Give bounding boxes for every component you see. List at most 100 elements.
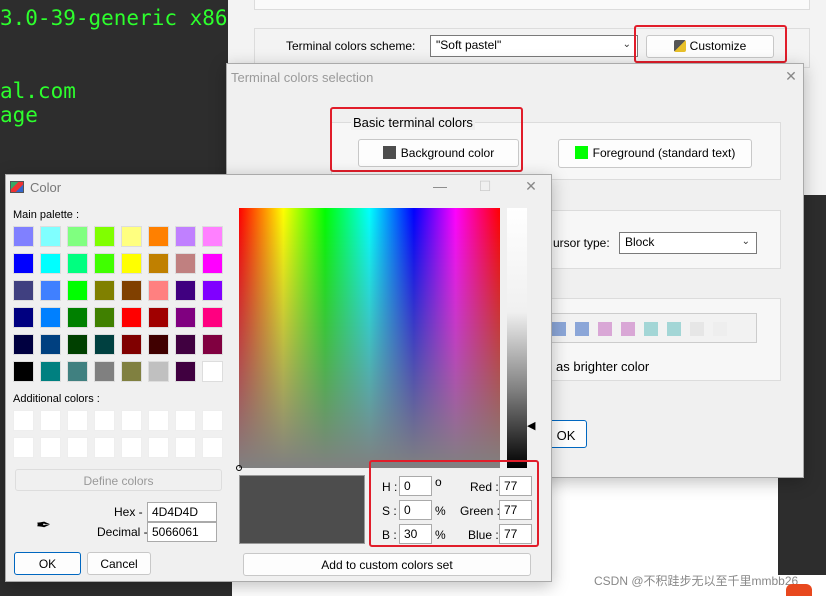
red-label: Red :	[470, 480, 499, 494]
customize-button[interactable]: Customize	[646, 35, 774, 58]
hue-unit: o	[435, 475, 442, 489]
close-icon[interactable]: ✕	[781, 68, 801, 85]
custom-color-slot[interactable]	[121, 437, 142, 458]
palette-swatch[interactable]	[67, 361, 88, 382]
palette-swatch[interactable]	[13, 307, 34, 328]
brightness-label: B :	[382, 528, 397, 542]
background-color-button[interactable]: Background color	[358, 139, 519, 167]
palette-swatch[interactable]	[94, 280, 115, 301]
palette-swatch[interactable]	[94, 334, 115, 355]
luminance-slider[interactable]	[507, 208, 527, 468]
palette-swatch[interactable]	[121, 334, 142, 355]
palette-preview-swatch[interactable]	[621, 322, 635, 336]
close-icon[interactable]: ✕	[521, 178, 541, 195]
eyedropper-icon[interactable]: ✒	[36, 515, 51, 536]
palette-swatch[interactable]	[67, 307, 88, 328]
palette-swatch[interactable]	[94, 226, 115, 247]
palette-swatch[interactable]	[175, 334, 196, 355]
palette-swatch[interactable]	[148, 280, 169, 301]
palette-swatch[interactable]	[175, 253, 196, 274]
background-color-swatch	[382, 146, 396, 159]
blue-input[interactable]: 77	[499, 524, 532, 544]
custom-color-slot[interactable]	[67, 437, 88, 458]
palette-swatch[interactable]	[94, 361, 115, 382]
palette-swatch[interactable]	[148, 334, 169, 355]
palette-swatch[interactable]	[40, 226, 61, 247]
palette-swatch[interactable]	[121, 253, 142, 274]
palette-swatch[interactable]	[40, 307, 61, 328]
palette-swatch[interactable]	[202, 361, 223, 382]
custom-color-slot[interactable]	[202, 437, 223, 458]
palette-swatch[interactable]	[148, 226, 169, 247]
palette-swatch[interactable]	[121, 361, 142, 382]
palette-swatch[interactable]	[202, 307, 223, 328]
palette-swatch[interactable]	[148, 307, 169, 328]
palette-swatch[interactable]	[175, 361, 196, 382]
cursor-type-select[interactable]: Block ⌄	[619, 232, 757, 254]
green-input[interactable]: 77	[499, 500, 532, 520]
palette-swatch[interactable]	[175, 226, 196, 247]
palette-swatch[interactable]	[202, 253, 223, 274]
palette-swatch[interactable]	[67, 226, 88, 247]
palette-swatch[interactable]	[148, 361, 169, 382]
red-input[interactable]: 77	[499, 476, 532, 496]
custom-color-slot[interactable]	[94, 437, 115, 458]
cancel-button[interactable]: Cancel	[87, 552, 151, 575]
hue-input[interactable]: 0	[399, 476, 432, 496]
palette-swatch[interactable]	[40, 280, 61, 301]
palette-swatch[interactable]	[121, 226, 142, 247]
palette-swatch[interactable]	[40, 334, 61, 355]
palette-preview-swatch[interactable]	[667, 322, 681, 336]
custom-color-slot[interactable]	[121, 410, 142, 431]
palette-swatch[interactable]	[13, 226, 34, 247]
color-spectrum[interactable]	[236, 208, 500, 471]
custom-color-slot[interactable]	[175, 437, 196, 458]
palette-swatch[interactable]	[67, 334, 88, 355]
palette-swatch[interactable]	[175, 280, 196, 301]
scheme-select[interactable]: "Soft pastel" ⌄	[430, 35, 638, 57]
palette-swatch[interactable]	[67, 253, 88, 274]
custom-color-slot[interactable]	[148, 437, 169, 458]
palette-preview-swatch[interactable]	[690, 322, 704, 336]
palette-swatch[interactable]	[13, 253, 34, 274]
custom-color-slot[interactable]	[13, 437, 34, 458]
custom-color-slot[interactable]	[202, 410, 223, 431]
palette-preview-swatch[interactable]	[713, 322, 727, 336]
custom-color-slot[interactable]	[94, 410, 115, 431]
palette-swatch[interactable]	[175, 307, 196, 328]
saturation-input[interactable]: 0	[399, 500, 432, 520]
palette-swatch[interactable]	[121, 307, 142, 328]
custom-color-slot[interactable]	[40, 437, 61, 458]
luminance-pointer-icon[interactable]: ◀	[527, 419, 535, 432]
palette-preview-swatch[interactable]	[575, 322, 589, 336]
brightness-input[interactable]: 30	[399, 524, 432, 544]
foreground-color-button[interactable]: Foreground (standard text)	[558, 139, 752, 168]
add-custom-color-button[interactable]: Add to custom colors set	[243, 553, 531, 576]
palette-swatch[interactable]	[13, 361, 34, 382]
decimal-input[interactable]: 5066061	[147, 522, 217, 542]
palette-swatch[interactable]	[67, 280, 88, 301]
palette-swatch[interactable]	[202, 334, 223, 355]
palette-preview-swatch[interactable]	[552, 322, 566, 336]
palette-swatch[interactable]	[13, 334, 34, 355]
custom-color-slot[interactable]	[175, 410, 196, 431]
custom-color-slot[interactable]	[67, 410, 88, 431]
palette-swatch[interactable]	[40, 253, 61, 274]
palette-swatch[interactable]	[94, 307, 115, 328]
palette-swatch[interactable]	[121, 280, 142, 301]
palette-swatch[interactable]	[13, 280, 34, 301]
ok-button[interactable]: OK	[14, 552, 81, 575]
palette-preview-swatch[interactable]	[598, 322, 612, 336]
custom-color-slot[interactable]	[13, 410, 34, 431]
define-colors-label: Define colors	[83, 474, 154, 488]
custom-color-slot[interactable]	[148, 410, 169, 431]
palette-swatch[interactable]	[148, 253, 169, 274]
palette-swatch[interactable]	[40, 361, 61, 382]
palette-preview-swatch[interactable]	[644, 322, 658, 336]
palette-swatch[interactable]	[202, 226, 223, 247]
palette-swatch[interactable]	[202, 280, 223, 301]
hex-input[interactable]: 4D4D4D	[147, 502, 217, 522]
custom-color-slot[interactable]	[40, 410, 61, 431]
palette-swatch[interactable]	[94, 253, 115, 274]
minimize-icon[interactable]: —	[430, 178, 450, 194]
